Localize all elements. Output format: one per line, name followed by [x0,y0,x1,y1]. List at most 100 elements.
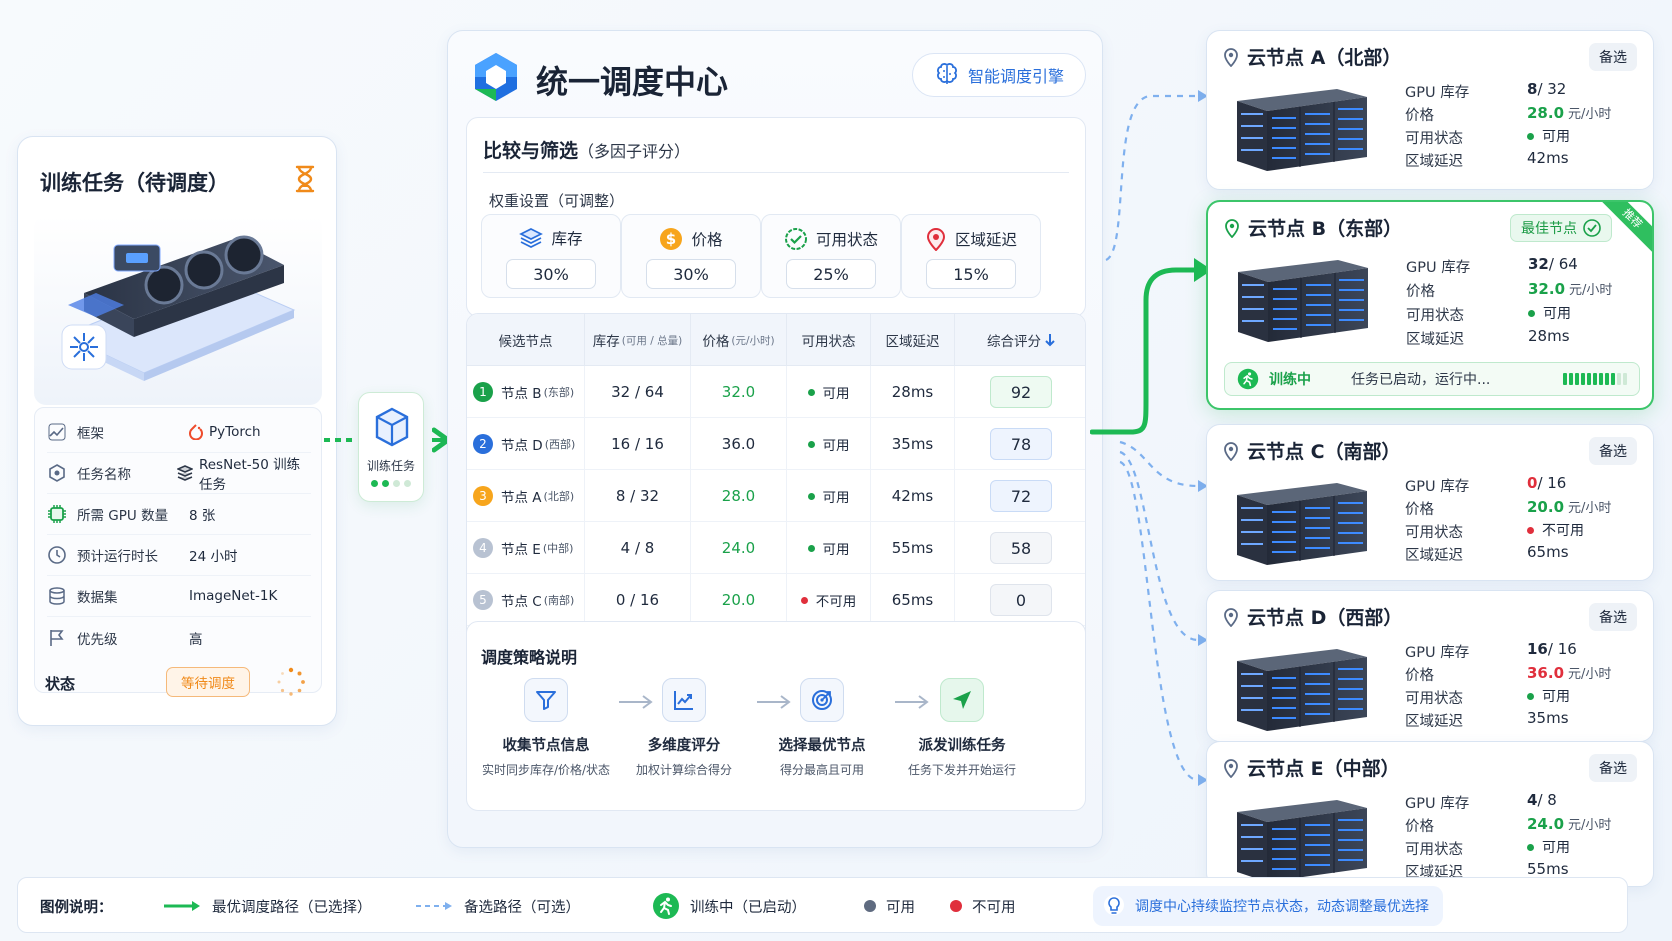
step-title: 收集节点信息 [502,738,590,754]
candidate-table: 候选节点 库存 (可用 / 总量) 价格 (元/小时) 可用状态 区域延迟 综合评分… [466,313,1086,645]
cell-latency: 42ms [871,470,955,522]
prop-value: 8 张 [189,508,216,524]
price-label: 价格 [1405,108,1434,124]
clock-icon [47,545,67,565]
weight-value[interactable]: 15% [926,259,1016,289]
weight-value[interactable]: 30% [506,259,596,289]
status-label: 可用状态 [1405,691,1463,707]
weight-card-latency[interactable]: 区域延迟 15% [901,214,1041,298]
server-rack-icon [1227,477,1377,567]
cell-stock: 8 / 32 [585,470,691,522]
prop-label: 数据集 [77,590,118,606]
price-label: 价格 [1405,819,1434,835]
server-rack-icon [1227,794,1377,884]
task-name-icon [47,463,67,483]
prop-label: 优先级 [77,631,118,648]
price-value: 36.0 元/小时 [1527,663,1612,683]
col-node: 候选节点 [467,314,585,366]
cell-status: 可用 [787,522,871,574]
cell-status: 可用 [787,418,871,470]
node-badge: 备选 [1589,43,1637,71]
map-pin-icon [1224,218,1240,238]
cell-price: 32.0 [691,366,787,418]
cell-node: 3 节点 A (北部) [467,470,585,522]
funnel-icon [524,678,568,722]
trend-chart-icon [662,678,706,722]
cell-price: 20.0 [691,574,787,626]
cloud-node-b[interactable]: 云节点 B（东部） 最佳节点 推荐 GPU 库存 32 / 64 价格 32.0… [1206,200,1654,410]
prop-label: 所需 GPU 数量 [77,508,169,524]
stack-icon [519,227,544,249]
status-label: 可用状态 [1405,131,1463,147]
weight-label: 区域延迟 [954,231,1017,249]
col-score[interactable]: 综合评分 [955,314,1085,366]
prop-value: ImageNet-1K [189,588,278,604]
lightbulb-icon [1103,894,1125,918]
cell-node: 4 节点 E (中部) [467,522,585,574]
price-value: 24.0 元/小时 [1527,814,1612,834]
sort-down-icon[interactable] [1045,333,1055,347]
pytorch-icon [189,424,203,440]
score-value: 0 [990,584,1052,616]
prop-gpu-count: 所需 GPU 数量 8 张 [47,494,311,535]
cloud-node-e[interactable]: 云节点 E（中部） 备选 GPU 库存 4 / 8 价格 24.0 元/小时 可用… [1206,741,1654,887]
col-status: 可用状态 [787,314,871,366]
cell-stock: 4 / 8 [585,522,691,574]
cloud-node-a[interactable]: 云节点 A（北部） 备选 GPU 库存 8 / 32 价格 28.0 元/小时 可… [1206,30,1654,190]
weight-value[interactable]: 30% [646,259,736,289]
prop-duration: 预计运行时长 24 小时 [47,535,311,576]
gpu-chip-icon [47,504,67,524]
cell-node: 2 节点 D (西部) [467,418,585,470]
prop-framework: 框架 PyTorch [47,412,311,453]
map-pin-icon [1223,47,1239,67]
cell-score: 58 [955,522,1085,574]
progress-dots [359,480,423,487]
weight-card-price[interactable]: $ 价格 30% [621,214,761,298]
node-title: 云节点 C（南部） [1247,441,1401,463]
training-label: 训练中 [1269,372,1311,388]
score-value: 92 [990,376,1052,408]
engine-badge[interactable]: 智能调度引擎 [912,53,1086,97]
cloud-node-c[interactable]: 云节点 C（南部） 备选 GPU 库存 0 / 16 价格 20.0 元/小时 可… [1206,424,1654,581]
prop-priority: 优先级 高 [47,617,311,658]
training-task-connector: 训练任务 [358,392,424,502]
table-header: 候选节点 库存 (可用 / 总量) 价格 (元/小时) 可用状态 区域延迟 综合评分 [467,314,1085,366]
server-rack-icon [1228,254,1378,344]
prop-value: ResNet-50 训练任务 [198,457,301,493]
table-row[interactable]: 2 节点 D (西部) 16 / 16 36.0 可用 35ms 78 [467,418,1085,470]
cell-latency: 35ms [871,418,955,470]
cube-icon [374,407,410,447]
gpu-label: GPU 库存 [1405,85,1470,101]
node-title: 云节点 E（中部） [1247,758,1400,780]
status-label: 可用状态 [1405,842,1463,858]
cell-stock: 32 / 64 [585,366,691,418]
rank-badge: 1 [473,382,493,402]
table-row[interactable]: 5 节点 C (南部) 0 / 16 20.0 不可用 65ms 0 [467,574,1085,626]
cell-stock: 0 / 16 [585,574,691,626]
cell-score: 72 [955,470,1085,522]
latency-value: 35ms [1527,709,1569,727]
step-title: 选择最优节点 [778,738,866,754]
cell-stock: 16 / 16 [585,418,691,470]
cloud-node-d[interactable]: 云节点 D（西部） 备选 GPU 库存 16 / 16 价格 36.0 元/小时 … [1206,590,1654,742]
brain-icon [934,62,960,88]
latency-label: 区域延迟 [1405,154,1463,170]
weight-card-availability[interactable]: 可用状态 25% [761,214,901,298]
target-icon [800,678,844,722]
legend-training: 训练中（已启动） [690,899,806,916]
gpu-value: 16 / 16 [1527,640,1577,658]
cell-score: 78 [955,418,1085,470]
table-row[interactable]: 1 节点 B (东部) 32 / 64 32.0 可用 28ms 92 [467,366,1085,418]
table-row[interactable]: 3 节点 A (北部) 8 / 32 28.0 可用 42ms 72 [467,470,1085,522]
node-title: 云节点 D（西部） [1247,607,1403,629]
weight-value[interactable]: 25% [786,259,876,289]
status-value: 不可用 [1527,520,1584,540]
table-row[interactable]: 4 节点 E (中部) 4 / 8 24.0 可用 55ms 58 [467,522,1085,574]
weight-label: 价格 [691,231,723,249]
cell-latency: 28ms [871,366,955,418]
cell-status: 可用 [787,470,871,522]
weight-card-stock[interactable]: 库存 30% [481,214,621,298]
status-row: 状态 [45,666,105,700]
strategy-title: 调度策略说明 [481,648,578,667]
gpu-label: GPU 库存 [1405,479,1470,495]
